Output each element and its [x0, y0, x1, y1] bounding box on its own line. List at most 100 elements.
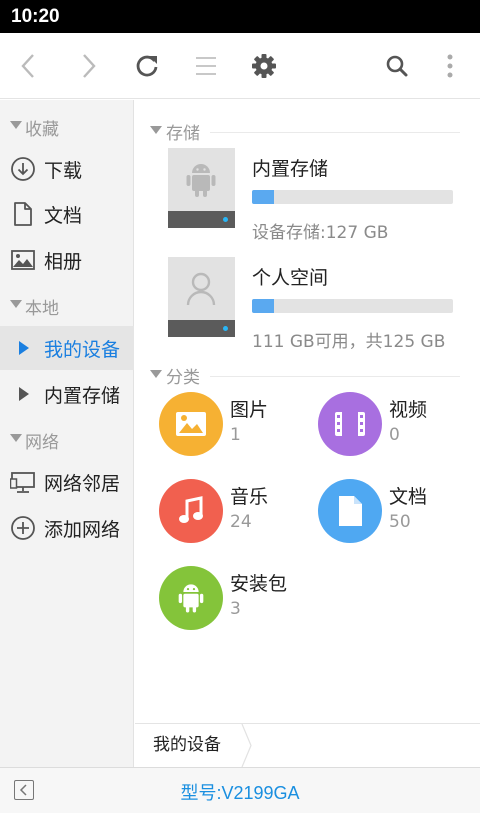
search-button[interactable] — [372, 33, 422, 99]
category-count: 3 — [230, 599, 241, 619]
settings-icon — [252, 54, 276, 78]
breadcrumb-separator-icon — [241, 724, 252, 767]
sidebar-item-my-device[interactable]: 我的设备 — [0, 326, 134, 370]
expand-arrow-icon — [19, 387, 29, 401]
sidebar: 收藏 下载 文档 相册 本地 我的设备 内置存储 网络 网络邻居 添加网络 — [0, 100, 134, 767]
more-options-button[interactable] — [425, 33, 475, 99]
sidebar-section-network[interactable]: 网络 — [0, 424, 134, 454]
breadcrumb: 我的设备 — [135, 723, 480, 767]
sidebar-item-label: 下载 — [44, 160, 83, 182]
category-icon-circle — [159, 392, 223, 456]
drive-graphic — [168, 257, 235, 337]
category-count: 0 — [389, 425, 400, 445]
more-options-icon — [447, 54, 453, 78]
sidebar-item-add-network[interactable]: 添加网络 — [0, 506, 134, 550]
download-icon — [11, 157, 35, 181]
list-view-icon — [196, 57, 216, 75]
sidebar-item-label: 我的设备 — [44, 339, 121, 361]
sidebar-item-label: 添加网络 — [44, 519, 121, 541]
drive-graphic — [168, 148, 235, 228]
storage-usage-bar — [252, 190, 453, 204]
sidebar-item-label: 内置存储 — [44, 385, 121, 407]
storage-usage-fill — [252, 190, 275, 204]
collapse-triangle-icon — [150, 126, 162, 134]
category-music[interactable]: 音乐 24 — [159, 479, 309, 549]
category-icon-circle — [159, 566, 223, 630]
document-icon — [14, 202, 32, 226]
sidebar-section-label: 网络 — [25, 433, 59, 453]
drive-led — [223, 217, 228, 222]
storage-section-label: 存储 — [166, 124, 200, 144]
sidebar-section-favorites[interactable]: 收藏 — [0, 111, 134, 141]
forward-button[interactable] — [63, 33, 113, 99]
sidebar-item-photo-album[interactable]: 相册 — [0, 238, 134, 282]
list-view-button[interactable] — [181, 33, 231, 99]
category-icon-circle — [318, 392, 382, 456]
refresh-button[interactable] — [122, 33, 172, 99]
category-name: 图片 — [230, 399, 269, 421]
sidebar-item-documents[interactable]: 文档 — [0, 192, 134, 236]
category-videos[interactable]: 视频 0 — [318, 392, 468, 462]
storage-name: 内置存储 — [252, 158, 329, 180]
sidebar-section-label: 收藏 — [25, 120, 59, 140]
sidebar-item-internal-storage[interactable]: 内置存储 — [0, 372, 134, 416]
storage-usage-fill — [252, 299, 275, 313]
category-section-label: 分类 — [166, 368, 200, 388]
video-icon — [335, 412, 365, 436]
document-icon — [339, 496, 362, 526]
sidebar-item-label: 网络邻居 — [44, 473, 121, 495]
network-neighborhood-icon — [10, 472, 35, 493]
drive-led — [223, 326, 228, 331]
expand-arrow-icon — [19, 341, 29, 355]
category-count: 50 — [389, 512, 411, 532]
category-name: 安装包 — [230, 573, 288, 595]
storage-detail: 111 GB可用，共125 GB — [252, 332, 446, 352]
sidebar-item-network-neighborhood[interactable]: 网络邻居 — [0, 460, 134, 504]
section-divider — [210, 132, 460, 133]
add-network-icon — [11, 516, 35, 540]
image-icon — [176, 412, 206, 436]
android-icon — [178, 584, 204, 613]
collapse-triangle-icon — [10, 121, 22, 129]
category-name: 视频 — [389, 399, 428, 421]
collapse-triangle-icon — [150, 370, 162, 378]
person-icon — [186, 272, 216, 306]
category-icon-circle — [318, 479, 382, 543]
sidebar-section-label: 本地 — [25, 299, 59, 319]
music-icon — [179, 496, 203, 523]
back-button[interactable] — [4, 33, 54, 99]
status-bar: 10:20 — [0, 0, 480, 33]
device-model: 型号:V2199GA — [180, 783, 300, 803]
main-content: 存储 内置存储 设备存储:127 GB 个人空间 111 GB可用，共125 G… — [135, 100, 480, 723]
android-icon — [186, 164, 216, 197]
sidebar-item-download[interactable]: 下载 — [0, 147, 134, 191]
sidebar-item-label: 文档 — [44, 205, 83, 227]
storage-section-header[interactable]: 存储 — [135, 114, 480, 144]
category-count: 24 — [230, 512, 252, 532]
storage-name: 个人空间 — [252, 267, 329, 289]
storage-detail: 设备存储:127 GB — [252, 223, 389, 243]
storage-internal[interactable]: 内置存储 设备存储:127 GB — [168, 148, 458, 243]
status-time: 10:20 — [11, 6, 60, 27]
category-documents[interactable]: 文档 50 — [318, 479, 468, 549]
category-name: 文档 — [389, 486, 428, 508]
category-section-header[interactable]: 分类 — [135, 358, 480, 388]
category-name: 音乐 — [230, 486, 269, 508]
settings-button[interactable] — [239, 33, 289, 99]
forward-icon — [83, 54, 96, 78]
sidebar-section-local[interactable]: 本地 — [0, 290, 134, 320]
photo-album-icon — [11, 250, 35, 270]
section-divider — [210, 376, 460, 377]
category-apk[interactable]: 安装包 3 — [159, 566, 309, 636]
storage-usage-bar — [252, 299, 453, 313]
collapse-triangle-icon — [10, 300, 22, 308]
search-icon — [386, 55, 408, 77]
category-images[interactable]: 图片 1 — [159, 392, 309, 462]
breadcrumb-item-my-device[interactable]: 我的设备 — [135, 724, 241, 767]
sidebar-item-label: 相册 — [44, 251, 83, 273]
collapse-triangle-icon — [10, 434, 22, 442]
storage-personal-space[interactable]: 个人空间 111 GB可用，共125 GB — [168, 257, 458, 352]
toolbar — [0, 33, 480, 99]
refresh-icon — [136, 55, 158, 77]
category-icon-circle — [159, 479, 223, 543]
